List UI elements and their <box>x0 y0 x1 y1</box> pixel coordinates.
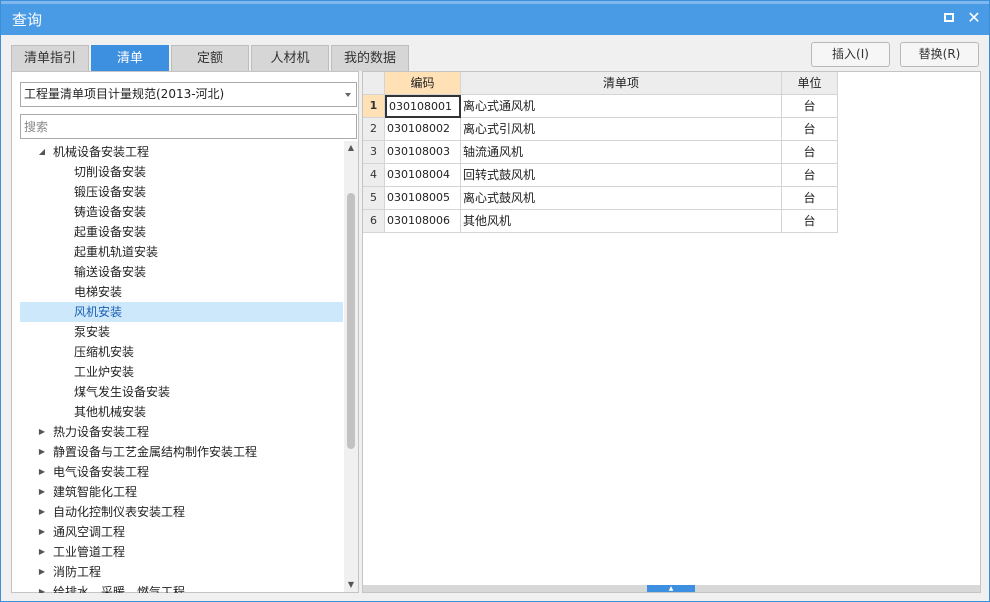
tree-node[interactable]: 煤气发生设备安装 <box>20 382 343 402</box>
chevron-down-icon[interactable] <box>345 93 351 97</box>
table-cell-item[interactable]: 回转式鼓风机 <box>461 164 782 187</box>
scroll-up-icon[interactable]: ▲ <box>344 141 358 155</box>
category-panel: 工程量清单项目计量规范(2013-河北) ◢ 机械设备安装工程 切削设备安装 锻… <box>11 71 359 593</box>
tab-quota[interactable]: 定额 <box>171 45 249 71</box>
table-cell-code[interactable]: 030108004 <box>385 164 461 187</box>
tree-node[interactable]: ▶ 热力设备安装工程 <box>20 422 343 442</box>
category-tree: ◢ 机械设备安装工程 切削设备安装 锻压设备安装 铸造设备安装 起重设备安装 起… <box>12 141 344 593</box>
table-cell-unit[interactable]: 台 <box>782 95 838 118</box>
expand-arrow-icon[interactable]: ▶ <box>37 422 47 442</box>
expand-arrow-icon[interactable]: ▶ <box>37 462 47 482</box>
tree-node[interactable]: 铸造设备安装 <box>20 202 343 222</box>
tree-node[interactable]: ◢ 机械设备安装工程 <box>20 142 343 162</box>
row-number[interactable]: 2 <box>363 118 385 141</box>
tree-node[interactable]: ▶ 消防工程 <box>20 562 343 582</box>
tree-node[interactable]: ▶ 给排水、采暖、燃气工程 <box>20 582 343 593</box>
scroll-down-icon[interactable]: ▼ <box>344 578 358 592</box>
search-input[interactable] <box>20 114 357 139</box>
expand-arrow-icon[interactable]: ▶ <box>37 562 47 582</box>
table-cell-item[interactable]: 其他风机 <box>461 210 782 233</box>
table-cell-code[interactable]: 030108002 <box>385 118 461 141</box>
column-header-item[interactable]: 清单项 <box>461 72 782 95</box>
replace-button[interactable]: 替换(R) <box>900 42 979 67</box>
column-header-unit[interactable]: 单位 <box>782 72 838 95</box>
table-cell-item[interactable]: 离心式通风机 <box>461 95 782 118</box>
tree-node[interactable]: ▶ 静置设备与工艺金属结构制作安装工程 <box>20 442 343 462</box>
table-cell-unit[interactable]: 台 <box>782 210 838 233</box>
corner-header <box>363 72 385 95</box>
table-cell-code[interactable]: 030108001 <box>385 95 461 118</box>
tree-node[interactable]: 起重设备安装 <box>20 222 343 242</box>
maximize-icon[interactable] <box>941 10 957 26</box>
insert-button[interactable]: 插入(I) <box>811 42 890 67</box>
standard-select-value: 工程量清单项目计量规范(2013-河北) <box>24 87 225 101</box>
tab-list[interactable]: 清单 <box>91 45 169 71</box>
title-bar[interactable]: 查询 ✕ <box>1 1 989 35</box>
table-cell-item[interactable]: 离心式鼓风机 <box>461 187 782 210</box>
row-number[interactable]: 3 <box>363 141 385 164</box>
expand-arrow-icon[interactable]: ▶ <box>37 542 47 562</box>
tab-my-data[interactable]: 我的数据 <box>331 45 409 71</box>
expand-arrow-icon[interactable]: ▶ <box>37 502 47 522</box>
expand-arrow-icon[interactable]: ▶ <box>37 442 47 462</box>
tree-node[interactable]: ▶ 建筑智能化工程 <box>20 482 343 502</box>
table-cell-unit[interactable]: 台 <box>782 187 838 210</box>
query-dialog: 查询 ✕ 清单指引 清单 定额 人材机 我的数据 插入(I) 替换(R) 工程量… <box>0 0 990 602</box>
expand-arrow-icon[interactable]: ▶ <box>37 582 47 593</box>
results-panel: 编码 清单项 单位 1 030108001 离心式通风机 台 2 0301080… <box>362 71 981 593</box>
tree-vertical-scrollbar[interactable]: ▲ ▼ <box>344 141 358 592</box>
chevron-up-icon[interactable]: ▲ <box>647 585 695 592</box>
tree-node-selected[interactable]: 风机安装 <box>20 302 343 322</box>
close-icon[interactable]: ✕ <box>966 10 982 26</box>
tree-node[interactable]: ▶ 通风空调工程 <box>20 522 343 542</box>
tree-node[interactable]: ▶ 工业管道工程 <box>20 542 343 562</box>
table-cell-unit[interactable]: 台 <box>782 141 838 164</box>
table-cell-code[interactable]: 030108006 <box>385 210 461 233</box>
expand-arrow-icon[interactable]: ▶ <box>37 522 47 542</box>
tree-node[interactable]: 其他机械安装 <box>20 402 343 422</box>
row-number[interactable]: 1 <box>363 95 385 118</box>
tree-node[interactable]: 切削设备安装 <box>20 162 343 182</box>
expand-arrow-icon[interactable]: ▶ <box>37 482 47 502</box>
table-cell-unit[interactable]: 台 <box>782 164 838 187</box>
scrollbar-thumb[interactable] <box>347 193 355 449</box>
table-cell-code[interactable]: 030108005 <box>385 187 461 210</box>
tree-node[interactable]: 输送设备安装 <box>20 262 343 282</box>
title-bar-accent <box>1 1 989 4</box>
table-cell-item[interactable]: 离心式引风机 <box>461 118 782 141</box>
tree-node[interactable]: 电梯安装 <box>20 282 343 302</box>
row-number[interactable]: 4 <box>363 164 385 187</box>
row-number[interactable]: 5 <box>363 187 385 210</box>
column-header-code[interactable]: 编码 <box>385 72 461 95</box>
tree-node[interactable]: 压缩机安装 <box>20 342 343 362</box>
tree-node[interactable]: 起重机轨道安装 <box>20 242 343 262</box>
window-title: 查询 <box>12 11 43 29</box>
table-cell-code[interactable]: 030108003 <box>385 141 461 164</box>
table-cell-item[interactable]: 轴流通风机 <box>461 141 782 164</box>
tab-labor-material-machine[interactable]: 人材机 <box>251 45 329 71</box>
table-cell-unit[interactable]: 台 <box>782 118 838 141</box>
tab-list-guide[interactable]: 清单指引 <box>11 45 89 71</box>
standard-select[interactable]: 工程量清单项目计量规范(2013-河北) <box>20 82 357 107</box>
row-number[interactable]: 6 <box>363 210 385 233</box>
tree-node[interactable]: 工业炉安装 <box>20 362 343 382</box>
tree-node[interactable]: ▶ 自动化控制仪表安装工程 <box>20 502 343 522</box>
panel-splitter-bar[interactable]: ▲ <box>363 585 980 592</box>
tree-node[interactable]: 锻压设备安装 <box>20 182 343 202</box>
collapse-arrow-icon[interactable]: ◢ <box>37 142 47 162</box>
tree-node[interactable]: ▶ 电气设备安装工程 <box>20 462 343 482</box>
tree-node[interactable]: 泵安装 <box>20 322 343 342</box>
